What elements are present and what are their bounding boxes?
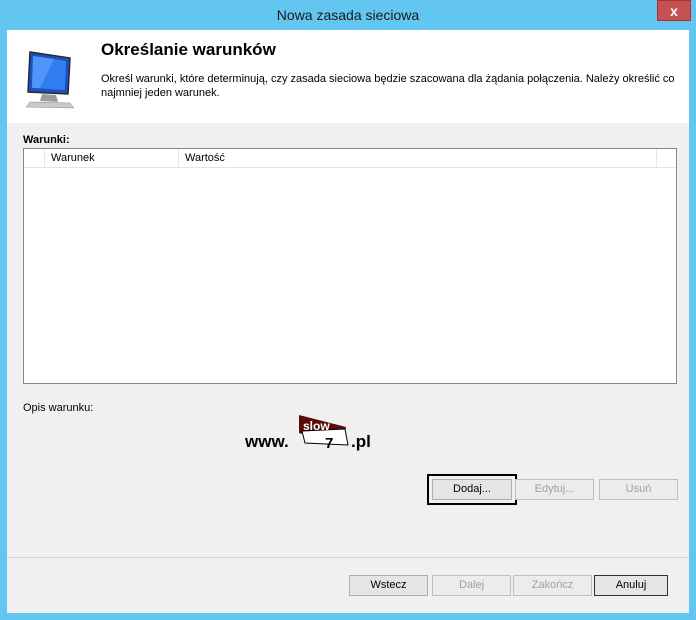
finish-button[interactable]: Zakończ (513, 575, 592, 596)
page-title: Określanie warunków (101, 40, 276, 59)
column-header-condition[interactable]: Warunek (45, 149, 179, 167)
logo-top: slow (303, 419, 330, 433)
monitor-icon (25, 51, 75, 109)
title-bar[interactable]: Nowa zasada sieciowa x (0, 0, 696, 30)
list-header: Warunek Wartość (24, 149, 676, 168)
wizard-header: Określanie warunków Określ warunki, któr… (7, 30, 689, 123)
cancel-button[interactable]: Anuluj (594, 575, 668, 596)
logo-prefix: www. (245, 432, 289, 451)
conditions-list[interactable]: Warunek Wartość (23, 148, 677, 384)
conditions-label: Warunki: (23, 134, 70, 146)
footer-separator (7, 557, 689, 558)
next-button[interactable]: Dalej (432, 575, 511, 596)
column-header-blank[interactable] (24, 149, 45, 167)
slow7-logo: www. slow 7 .pl (245, 415, 371, 452)
remove-condition-button[interactable]: Usuń (599, 479, 678, 500)
back-button[interactable]: Wstecz (349, 575, 428, 596)
close-icon: x (670, 3, 678, 19)
page-description: Określ warunki, które determinują, czy z… (101, 73, 675, 99)
column-header-value[interactable]: Wartość (179, 149, 657, 167)
dialog-window: Nowa zasada sieciowa x Określanie warunk… (0, 0, 696, 620)
close-button[interactable]: x (657, 0, 691, 21)
dialog-client-area: Określanie warunków Określ warunki, któr… (7, 30, 689, 613)
logo-suffix: .pl (351, 432, 371, 451)
window-title: Nowa zasada sieciowa (276, 7, 420, 23)
add-condition-button[interactable]: Dodaj... (432, 479, 512, 500)
condition-description-label: Opis warunku: (23, 402, 94, 414)
logo-number: 7 (325, 435, 333, 452)
edit-condition-button[interactable]: Edytuj... (515, 479, 594, 500)
